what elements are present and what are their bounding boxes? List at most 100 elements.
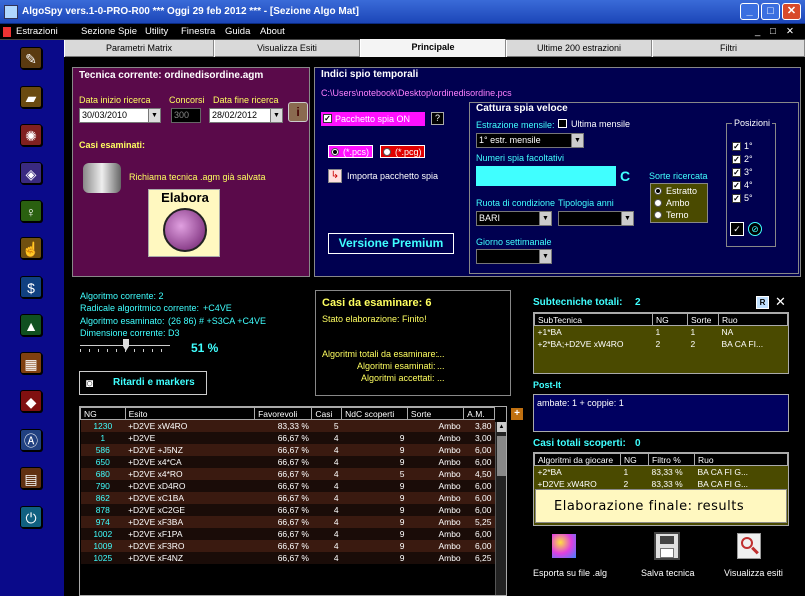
- menu-guida[interactable]: Guida: [225, 26, 250, 37]
- col-am[interactable]: A.M.: [463, 407, 495, 420]
- minimize-button[interactable]: _: [740, 3, 759, 20]
- col-ndc[interactable]: NdC scoperti: [341, 407, 408, 420]
- concorsi-input[interactable]: 300: [171, 108, 201, 123]
- mdi-close[interactable]: ✕: [786, 26, 794, 37]
- subtec-col-ruo[interactable]: Ruo: [718, 313, 788, 326]
- menu-utility[interactable]: Utility: [145, 26, 168, 37]
- notebook-icon[interactable]: ▤: [20, 467, 42, 489]
- magnifier-icon[interactable]: [737, 533, 761, 559]
- flashlight-icon[interactable]: [83, 163, 121, 193]
- postit-textarea[interactable]: ambate: 1 + coppie: 1: [533, 394, 789, 432]
- butterfly-icon[interactable]: [552, 534, 576, 558]
- giorno-combo[interactable]: ▼: [476, 249, 552, 264]
- tab-parametri-matrix[interactable]: Parametri Matrix: [64, 40, 214, 57]
- close-x-icon[interactable]: ✕: [775, 294, 786, 310]
- deselect-all-icon[interactable]: ⊘: [748, 222, 762, 236]
- numeri-spia-input[interactable]: [476, 166, 616, 186]
- salva-button[interactable]: Salva tecnica: [641, 568, 695, 578]
- table-row[interactable]: 974 +D2VE xF3BA 66,67 % 4 9 Ambo 5,25: [80, 515, 495, 528]
- casitot-col-ng[interactable]: NG: [620, 453, 649, 466]
- maximize-button[interactable]: □: [761, 3, 780, 20]
- sorte-radio-terno[interactable]: [654, 211, 662, 219]
- select-all-icon[interactable]: ✓: [730, 222, 744, 236]
- table-row[interactable]: 650 +D2VE x4*CA 66,67 % 4 9 Ambo 6,00: [80, 455, 495, 468]
- richiama-link[interactable]: Richiama tecnica .agm già salvata: [129, 172, 266, 182]
- casitot-col-algo[interactable]: Algoritmi da giocare: [534, 453, 621, 466]
- col-favorevoli[interactable]: Favorevoli: [254, 407, 313, 420]
- pos-4-checkbox[interactable]: ✓: [732, 181, 741, 190]
- pyramid-icon[interactable]: ▲: [20, 314, 42, 336]
- sorte-radio-ambo[interactable]: [654, 199, 662, 207]
- subtec-col-sorte[interactable]: Sorte: [687, 313, 719, 326]
- diamond-icon[interactable]: ◆: [20, 390, 42, 412]
- info-icon[interactable]: i: [288, 102, 308, 122]
- dollar-icon[interactable]: $: [20, 276, 42, 298]
- table-row[interactable]: +2*BA 1 83,33 % BA CA FI G...: [535, 466, 788, 478]
- subtec-col-name[interactable]: SubTecnica: [534, 313, 653, 326]
- menu-sezione-spie[interactable]: Sezione Spie: [81, 26, 137, 37]
- sorte-radio-estratto[interactable]: [654, 187, 662, 195]
- data-fine-combo[interactable]: 28/02/2012 ▼: [209, 108, 283, 123]
- add-icon[interactable]: +: [511, 408, 523, 420]
- help-button[interactable]: ?: [431, 112, 444, 125]
- subtec-col-ng[interactable]: NG: [652, 313, 688, 326]
- menu-about[interactable]: About: [260, 26, 285, 37]
- pos-5-checkbox[interactable]: ✓: [732, 194, 741, 203]
- hand-icon[interactable]: ☝: [20, 237, 42, 259]
- table-row[interactable]: 1002 +D2VE xF1PA 66,67 % 4 9 Ambo 6,00: [80, 527, 495, 540]
- pacchetto-toggle[interactable]: ✓ Pacchetto spia ON: [321, 112, 425, 126]
- close-button[interactable]: ✕: [782, 3, 801, 20]
- importa-link[interactable]: Importa pacchetto spia: [347, 171, 438, 181]
- table-row[interactable]: 862 +D2VE xC1BA 66,67 % 4 9 Ambo 6,00: [80, 491, 495, 504]
- compass-icon[interactable]: ✺: [20, 124, 42, 146]
- table-row[interactable]: 1009 +D2VE xF3RO 66,67 % 4 9 Ambo 6,00: [80, 539, 495, 552]
- book-icon[interactable]: ▰: [20, 86, 42, 108]
- table-row[interactable]: +1*BA 1 1 NA: [535, 326, 788, 338]
- col-esito[interactable]: Esito: [124, 407, 256, 420]
- col-casi[interactable]: Casi: [311, 407, 343, 420]
- mdi-minimize[interactable]: _: [755, 26, 760, 37]
- tab-filtri[interactable]: Filtri: [652, 40, 805, 57]
- pcg-radio[interactable]: (*.pcg): [380, 145, 425, 158]
- casitot-col-filtro[interactable]: Filtro %: [648, 453, 695, 466]
- esporta-button[interactable]: Esporta su file .alg: [533, 568, 607, 578]
- ultima-mensile-checkbox[interactable]: [558, 119, 567, 128]
- tab-ultime-200[interactable]: Ultime 200 estrazioni: [506, 40, 652, 57]
- table-row[interactable]: +2*BA;+D2VE xW4RO 2 2 BA CA FI...: [535, 338, 788, 350]
- data-inizio-combo[interactable]: 30/03/2010 ▼: [79, 108, 161, 123]
- pos-1-checkbox[interactable]: ✓: [732, 142, 741, 151]
- power-icon[interactable]: ⏻: [20, 506, 42, 528]
- tipologia-combo[interactable]: ▼: [558, 211, 634, 226]
- refresh-r-icon[interactable]: R: [756, 296, 769, 309]
- casitot-col-ruo[interactable]: Ruo: [694, 453, 788, 466]
- pencil-icon[interactable]: ✎: [20, 47, 42, 69]
- premium-button[interactable]: Versione Premium: [328, 233, 454, 254]
- estr-mensile-combo[interactable]: 1° estr. mensile ▼: [476, 133, 584, 148]
- elabora-button[interactable]: Elabora: [148, 189, 220, 257]
- pos-3-checkbox[interactable]: ✓: [732, 168, 741, 177]
- font-a-icon[interactable]: Ⓐ: [20, 429, 42, 451]
- tab-principale[interactable]: Principale: [360, 39, 506, 57]
- pcs-radio[interactable]: (*.pcs): [328, 145, 373, 158]
- col-ng[interactable]: NG: [80, 407, 126, 420]
- menu-finestra[interactable]: Finestra: [181, 26, 215, 37]
- floppy-icon[interactable]: [654, 532, 680, 560]
- table-row[interactable]: 586 +D2VE +J5NZ 66,67 % 4 9 Ambo 6,00: [80, 443, 495, 456]
- calendar-icon[interactable]: ▦: [20, 352, 42, 374]
- ritardi-button[interactable]: ◙ Ritardi e markers: [79, 371, 207, 395]
- lightbulb-icon[interactable]: ♀: [20, 200, 42, 222]
- table-row[interactable]: 1025 +D2VE xF4NZ 66,67 % 4 9 Ambo 6,25: [80, 551, 495, 564]
- table-row[interactable]: +D2VE xW4RO 2 83,33 % BA CA FI G...: [535, 478, 788, 490]
- import-icon[interactable]: ↳: [328, 169, 342, 183]
- flashlight-icon[interactable]: ◈: [20, 162, 42, 184]
- results-scrollbar[interactable]: ▲: [495, 422, 506, 595]
- visualizza-button[interactable]: Visualizza esiti: [724, 568, 783, 578]
- menu-estrazioni[interactable]: Estrazioni: [16, 26, 58, 37]
- tab-visualizza-esiti[interactable]: Visualizza Esiti: [214, 40, 360, 57]
- mdi-restore[interactable]: □: [770, 26, 776, 37]
- ruota-combo[interactable]: BARI ▼: [476, 211, 552, 226]
- pos-2-checkbox[interactable]: ✓: [732, 155, 741, 164]
- clear-c-icon[interactable]: C: [620, 168, 630, 184]
- table-row[interactable]: 1230 +D2VE xW4RO 83,33 % 5 Ambo 3,80: [80, 419, 495, 432]
- table-row[interactable]: 680 +D2VE x4*RO 66,67 % 4 5 Ambo 4,50: [80, 467, 495, 480]
